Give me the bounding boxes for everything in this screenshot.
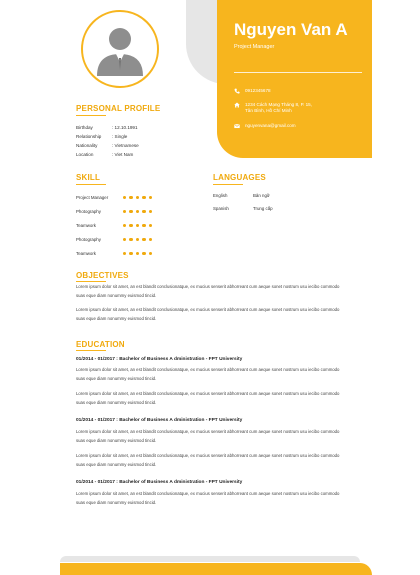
rating-dot (123, 209, 127, 214)
home-icon (234, 102, 240, 108)
education-heading: 01/2014 - 01/2017 : Bachelor of Business… (76, 480, 243, 485)
language-row-spanish: Spanish Trung cấp (213, 206, 273, 211)
rating-dot (142, 209, 146, 214)
rating-dot (129, 223, 133, 228)
education-heading: 01/2014 - 01/2017 : Bachelor of Business… (76, 357, 243, 362)
rating-dot (129, 209, 133, 214)
section-underline (213, 184, 243, 185)
skill-name: Teamwork (76, 223, 97, 228)
rating-dot (142, 251, 146, 256)
skill-name: Photography (76, 209, 101, 214)
rating-dot (129, 251, 133, 256)
section-title-education: EDUCATION (76, 340, 125, 349)
skill-name: Teamwork (76, 251, 97, 256)
skill-rating (123, 223, 152, 228)
skill-row: Teamwork (76, 223, 176, 228)
education-paragraph: Lorem ipsum dolor sit amet, an est bland… (76, 453, 340, 467)
rating-dot (135, 251, 140, 256)
rating-dot (123, 251, 127, 256)
section-underline (76, 281, 106, 282)
rating-dot (148, 223, 152, 228)
rating-dot (142, 223, 146, 228)
candidate-name: Nguyen Van A (234, 20, 348, 39)
section-title-skill: SKILL (76, 173, 101, 182)
skill-row: Project Manager (76, 195, 176, 200)
section-title-objectives: OBJECTIVES (76, 271, 129, 280)
skill-row: Photography (76, 209, 176, 214)
rating-dot (123, 195, 127, 200)
rating-dot (129, 237, 133, 242)
rating-dot (148, 209, 152, 214)
phone-icon (234, 88, 240, 94)
skill-rating (123, 195, 152, 200)
header-divider (234, 72, 362, 73)
rating-dot (135, 209, 140, 214)
section-title-languages: LANGUAGES (213, 173, 266, 182)
language-row-english: English Bản ngữ (213, 193, 270, 198)
objective-paragraph: Lorem ipsum dolor sit amet, an est bland… (76, 307, 340, 321)
section-title-personal-profile: PERSONAL PROFILE (76, 104, 161, 113)
education-paragraph: Lorem ipsum dolor sit amet, an est bland… (76, 429, 340, 443)
candidate-role: Project Manager (234, 44, 275, 50)
skill-row: Photography (76, 237, 176, 242)
rating-dot (148, 237, 152, 242)
education-paragraph: Lorem ipsum dolor sit amet, an est bland… (76, 367, 340, 381)
skill-name: Photography (76, 237, 101, 242)
skill-row: Teamwork (76, 251, 176, 256)
rating-dot (135, 237, 140, 242)
skill-rating (123, 251, 152, 256)
rating-dot (135, 195, 140, 200)
profile-row-birthday: Birthday: 12.10.1991 (76, 125, 138, 130)
education-heading: 01/2014 - 01/2017 : Bachelor of Business… (76, 418, 243, 423)
skill-name: Project Manager (76, 195, 109, 200)
header-panel: Nguyen Van A Project Manager 0912345678 … (217, 0, 372, 158)
footer-accent-bar (60, 563, 372, 575)
rating-dot (129, 195, 133, 200)
skill-rating (123, 209, 152, 214)
section-underline (76, 115, 106, 116)
education-paragraph: Lorem ipsum dolor sit amet, an est bland… (76, 491, 340, 505)
rating-dot (148, 251, 152, 256)
contact-address: 1234 Cách Mạng Tháng 8, P. 15, Tân Bình,… (234, 102, 316, 114)
contact-email: nguyenvana@gmail.com (234, 123, 296, 129)
profile-row-nationality: Nationality: Vietnamese (76, 143, 139, 148)
footer-grey-bar (60, 556, 360, 562)
rating-dot (123, 237, 127, 242)
rating-dot (148, 195, 152, 200)
mail-icon (234, 123, 240, 129)
rating-dot (142, 195, 146, 200)
contact-phone: 0912345678 (234, 88, 271, 94)
education-paragraph: Lorem ipsum dolor sit amet, an est bland… (76, 391, 340, 405)
rating-dot (123, 223, 127, 228)
rating-dot (135, 223, 140, 228)
skill-rating (123, 237, 152, 242)
section-underline (76, 350, 106, 351)
profile-row-relationship: Relationship: Single (76, 134, 128, 139)
avatar (81, 10, 159, 88)
section-underline (76, 184, 106, 185)
rating-dot (142, 237, 146, 242)
person-icon (97, 28, 143, 76)
objective-paragraph: Lorem ipsum dolor sit amet, an est bland… (76, 284, 340, 298)
profile-row-location: Location: Viet Nam (76, 152, 134, 157)
